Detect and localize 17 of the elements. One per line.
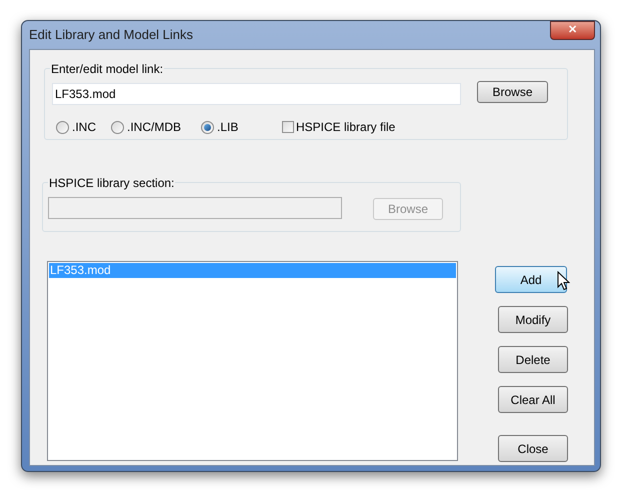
radio-label[interactable]: .INC [72, 118, 96, 136]
browse-button[interactable]: Browse [477, 81, 548, 103]
dialog-button[interactable]: Close [498, 435, 568, 462]
dialog-button[interactable]: Delete [498, 346, 568, 373]
radio-button[interactable] [56, 120, 69, 134]
mouse-cursor-icon [557, 271, 570, 291]
checkbox-label[interactable]: HSPICE library file [296, 118, 396, 136]
radio-label[interactable]: .INC/MDB [127, 118, 181, 136]
dialog-button[interactable]: Add [495, 266, 567, 293]
radio-button[interactable] [201, 120, 214, 134]
checkbox[interactable] [282, 121, 294, 133]
model-link-field[interactable]: LF353.mod [52, 83, 461, 105]
radio-label[interactable]: .LIB [217, 118, 238, 136]
dialog-button[interactable]: Clear All [498, 386, 568, 413]
window-title: Edit Library and Model Links [29, 26, 194, 44]
dialog-button[interactable]: Modify [498, 306, 568, 333]
radio-button[interactable] [111, 120, 124, 134]
